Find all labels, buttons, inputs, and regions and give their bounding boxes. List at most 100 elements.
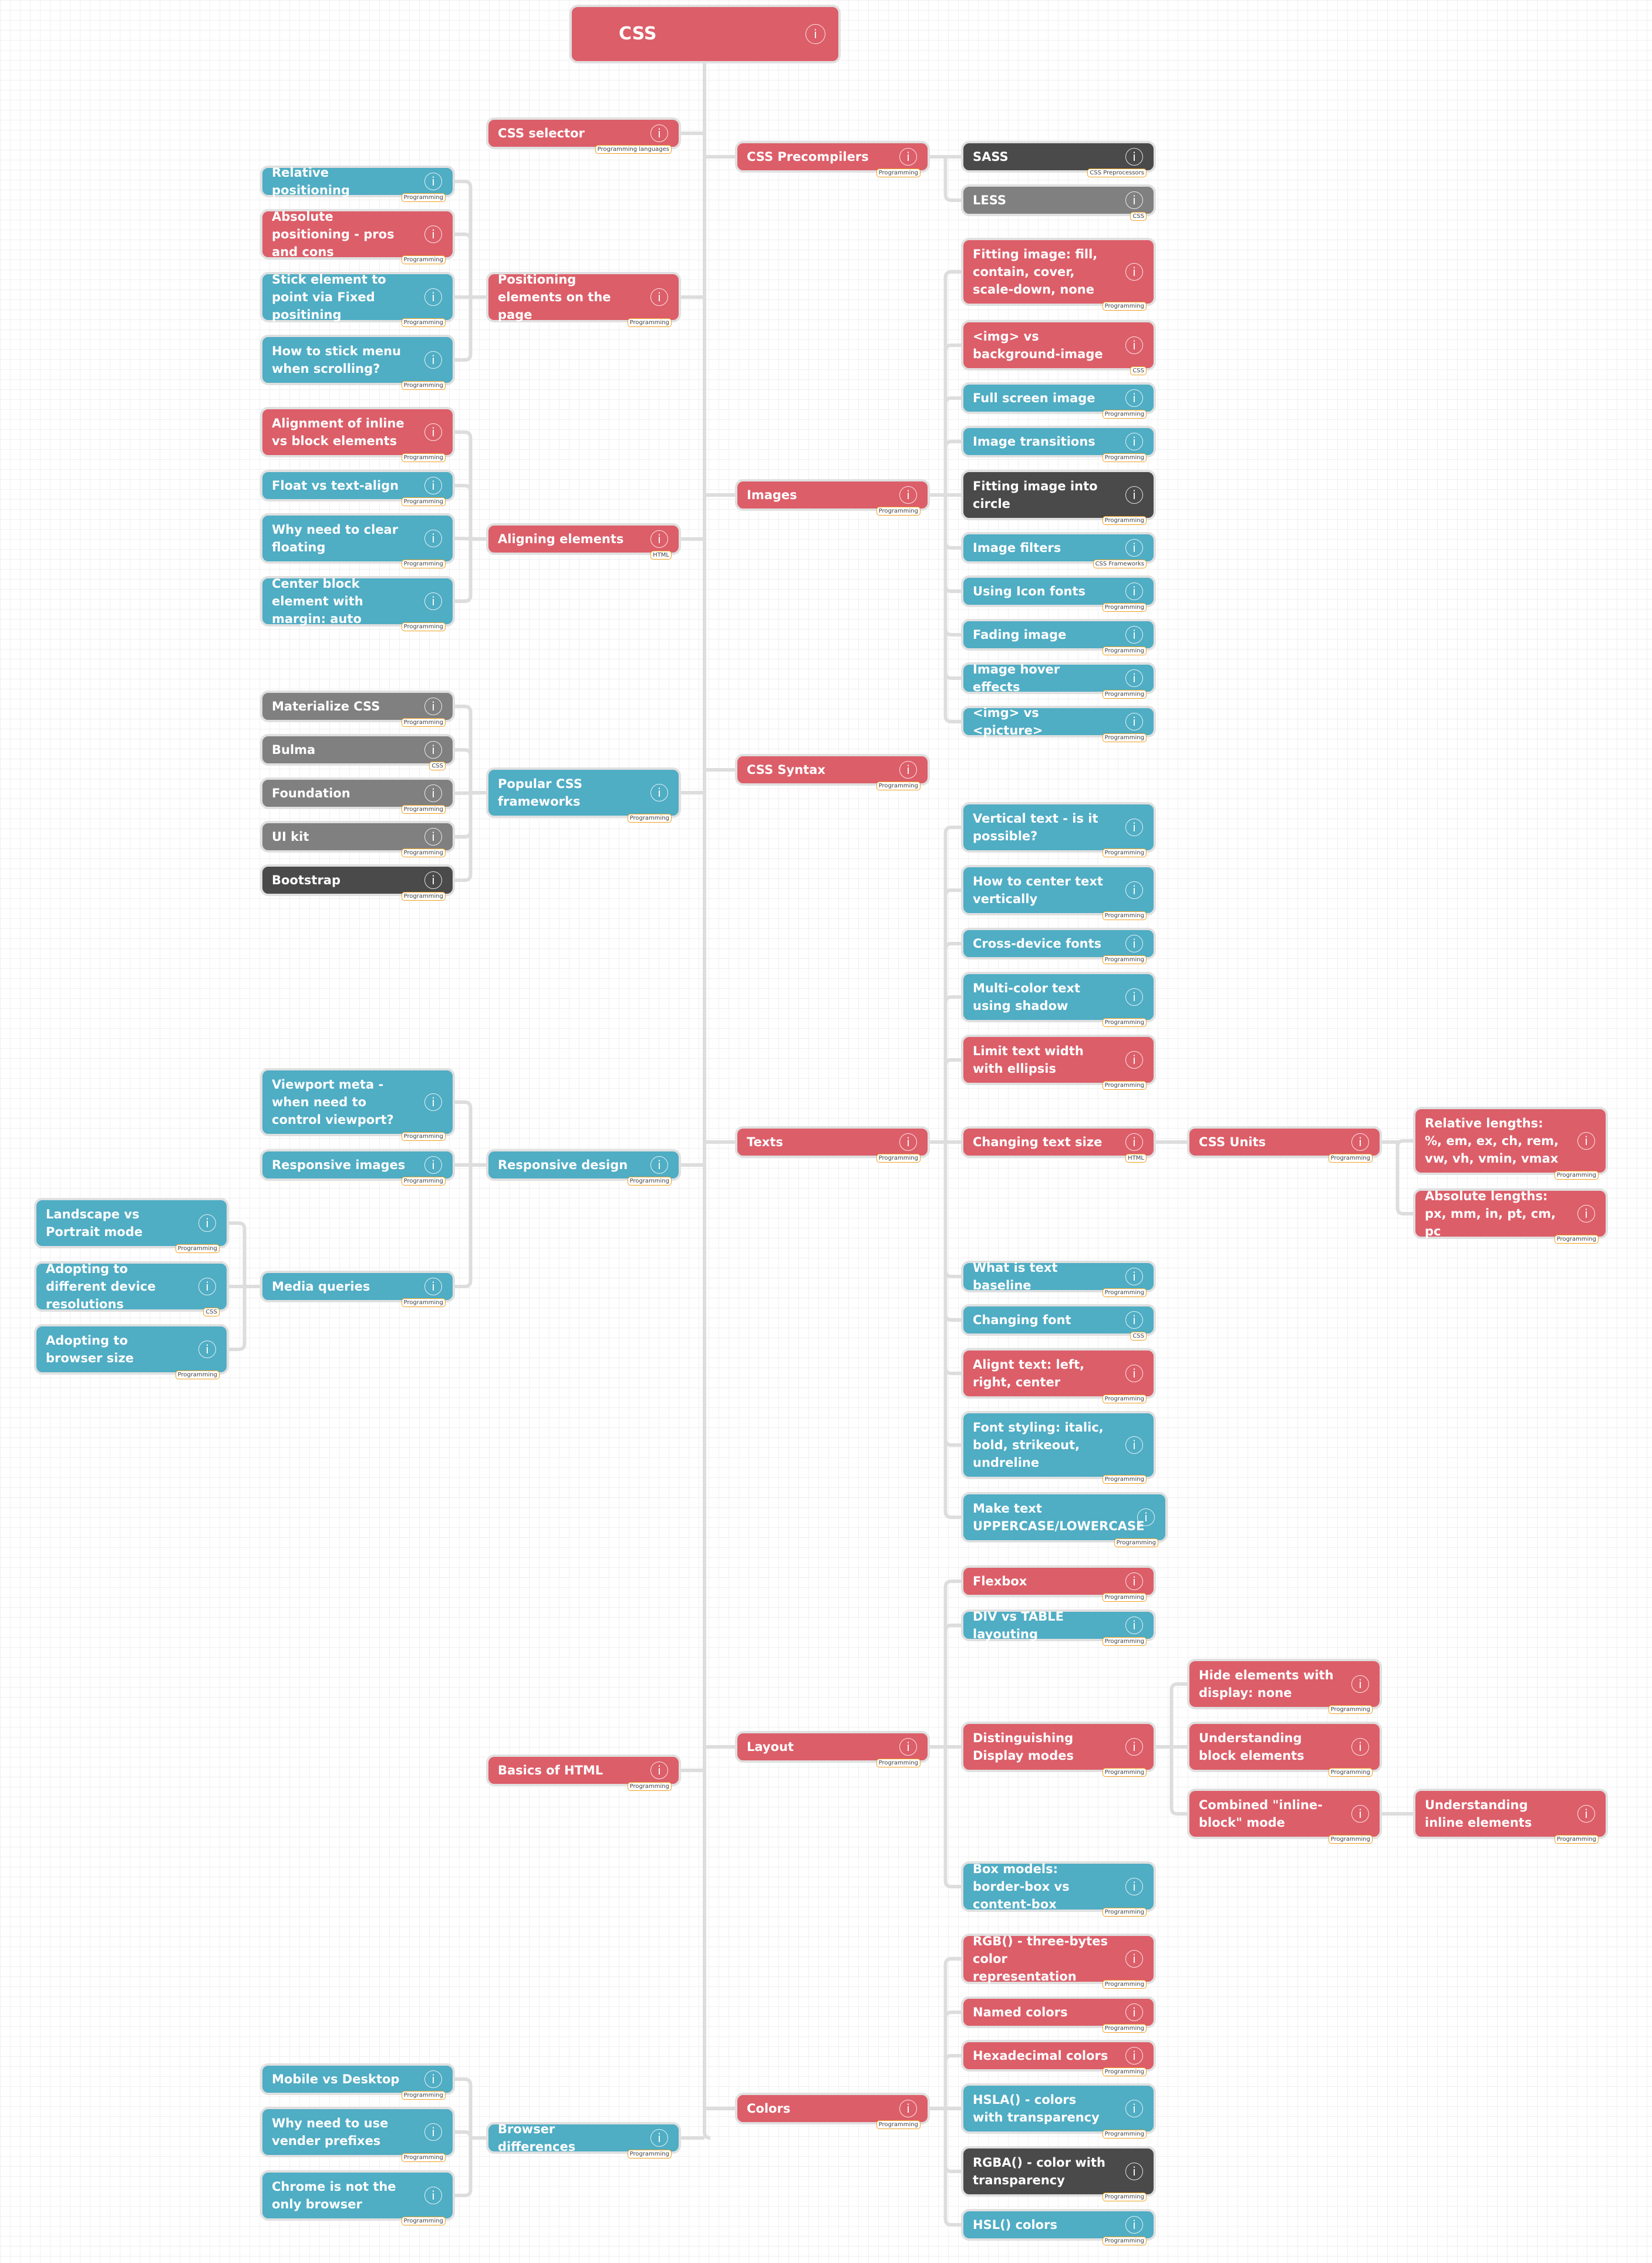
node-rgba[interactable]: RGBA() - color with transparency i Progr…: [961, 2146, 1156, 2201]
info-icon[interactable]: i: [1125, 1311, 1143, 1329]
node-img-vs-bg[interactable]: <img> vs background-image i CSS: [961, 320, 1156, 375]
info-icon[interactable]: i: [424, 2070, 442, 2088]
info-icon[interactable]: i: [650, 2129, 668, 2147]
info-icon[interactable]: i: [1125, 669, 1143, 687]
node-browser-size[interactable]: Adopting to browser size i Programming: [34, 1324, 229, 1379]
info-icon[interactable]: i: [1577, 1805, 1595, 1823]
info-icon[interactable]: i: [424, 477, 442, 494]
node-flexbox[interactable]: Flexbox i Programming: [961, 1565, 1156, 1602]
info-icon[interactable]: i: [1125, 1051, 1143, 1069]
node-landscape-portrait[interactable]: Landscape vs Portrait mode i Programming: [34, 1198, 229, 1253]
info-icon[interactable]: i: [650, 124, 668, 142]
info-icon[interactable]: i: [424, 225, 442, 243]
info-icon[interactable]: i: [1125, 935, 1143, 952]
info-icon[interactable]: i: [650, 784, 668, 802]
info-icon[interactable]: i: [1137, 1508, 1155, 1526]
info-icon[interactable]: i: [424, 592, 442, 610]
info-icon[interactable]: i: [424, 741, 442, 759]
node-multicolor-text[interactable]: Multi-color text using shadow i Programm…: [961, 972, 1156, 1027]
info-icon[interactable]: i: [1125, 626, 1143, 644]
node-mobile-desktop[interactable]: Mobile vs Desktop i Programming: [260, 2063, 455, 2100]
info-icon[interactable]: i: [1577, 1132, 1595, 1150]
node-absolute-lengths[interactable]: Absolute lengths: px, mm, in, pt, cm, pc…: [1413, 1188, 1608, 1244]
node-cross-device-fonts[interactable]: Cross-device fonts i Programming: [961, 928, 1156, 964]
node-viewport-meta[interactable]: Viewport meta - when need to control vie…: [260, 1068, 455, 1141]
node-inline-block[interactable]: Combined "inline-block" mode i Programmi…: [1187, 1789, 1382, 1844]
info-icon[interactable]: i: [1125, 1365, 1143, 1382]
node-images[interactable]: Images i Programming: [735, 479, 930, 516]
node-device-resolutions[interactable]: Adopting to different device resolutions…: [34, 1261, 229, 1316]
node-display-modes[interactable]: Distinguishing Display modes i Programmi…: [961, 1722, 1156, 1777]
node-less[interactable]: LESS i CSS: [961, 184, 1156, 221]
node-text-baseline[interactable]: What is text baseline i Programming: [961, 1261, 1156, 1297]
info-icon[interactable]: i: [424, 784, 442, 802]
info-icon[interactable]: i: [1125, 713, 1143, 730]
node-text-case[interactable]: Make text UPPERCASE/LOWERCASE i Programm…: [961, 1492, 1168, 1547]
info-icon[interactable]: i: [1125, 2047, 1143, 2065]
node-vendor-prefixes[interactable]: Why need to use vender prefixes i Progra…: [260, 2107, 455, 2162]
node-fitting-image[interactable]: Fitting image: fill, contain, cover, sca…: [961, 238, 1156, 311]
info-icon[interactable]: i: [650, 1762, 668, 1779]
node-font-styling[interactable]: Font styling: italic, bold, strikeout, u…: [961, 1411, 1156, 1484]
info-icon[interactable]: i: [424, 1278, 442, 1295]
node-fixed-positioning[interactable]: Stick element to point via Fixed positin…: [260, 272, 455, 327]
info-icon[interactable]: i: [424, 351, 442, 369]
info-icon[interactable]: i: [424, 828, 442, 846]
info-icon[interactable]: i: [1125, 433, 1143, 450]
info-icon[interactable]: i: [1125, 582, 1143, 600]
info-icon[interactable]: i: [1125, 2163, 1143, 2180]
info-icon[interactable]: i: [899, 2100, 917, 2117]
node-positioning[interactable]: Positioning elements on the page i Progr…: [486, 272, 681, 327]
node-hex-colors[interactable]: Hexadecimal colors i Programming: [961, 2040, 1156, 2076]
info-icon[interactable]: i: [650, 530, 668, 548]
info-icon[interactable]: i: [1125, 988, 1143, 1006]
node-div-vs-table[interactable]: DIV vs TABLE layouting i Programming: [961, 1609, 1156, 1646]
node-foundation[interactable]: Foundation i Programming: [260, 777, 455, 814]
info-icon[interactable]: i: [1351, 1133, 1369, 1151]
node-browser-diff[interactable]: Browser differences i Programming: [486, 2122, 681, 2158]
info-icon[interactable]: i: [1125, 486, 1143, 504]
info-icon[interactable]: i: [1125, 1617, 1143, 1634]
info-icon[interactable]: i: [805, 24, 825, 44]
node-changing-font[interactable]: Changing font i CSS: [961, 1304, 1156, 1341]
node-center-block[interactable]: Center block element with margin: auto i…: [260, 576, 455, 631]
info-icon[interactable]: i: [1125, 539, 1143, 557]
info-icon[interactable]: i: [650, 1156, 668, 1174]
node-box-models[interactable]: Box models: border-box vs content-box i …: [961, 1861, 1156, 1917]
info-icon[interactable]: i: [424, 288, 442, 306]
info-icon[interactable]: i: [424, 871, 442, 889]
node-named-colors[interactable]: Named colors i Programming: [961, 1996, 1156, 2033]
info-icon[interactable]: i: [1351, 1675, 1369, 1693]
node-hsla[interactable]: HSLA() - colors with transparency i Prog…: [961, 2083, 1156, 2139]
info-icon[interactable]: i: [1125, 1572, 1143, 1590]
node-relative-positioning[interactable]: Relative positioning i Programming: [260, 166, 455, 202]
info-icon[interactable]: i: [1125, 191, 1143, 209]
info-icon[interactable]: i: [1125, 2003, 1143, 2021]
node-bulma[interactable]: Bulma i CSS: [260, 734, 455, 770]
node-layout[interactable]: Layout i Programming: [735, 1731, 930, 1767]
node-rgb[interactable]: RGB() - three-bytes color representation…: [961, 1934, 1156, 1989]
info-icon[interactable]: i: [424, 530, 442, 547]
node-aligning[interactable]: Aligning elements i HTML: [486, 523, 681, 560]
info-icon[interactable]: i: [424, 173, 442, 190]
info-icon[interactable]: i: [198, 1278, 216, 1295]
node-ellipsis[interactable]: Limit text width with ellipsis i Program…: [961, 1035, 1156, 1090]
info-icon[interactable]: i: [1125, 1268, 1143, 1285]
info-icon[interactable]: i: [424, 1093, 442, 1111]
node-hsl[interactable]: HSL() colors i Programming: [961, 2209, 1156, 2245]
node-css-syntax[interactable]: CSS Syntax i Programming: [735, 754, 930, 790]
node-full-screen-image[interactable]: Full screen image i Programming: [961, 382, 1156, 419]
node-display-none[interactable]: Hide elements with display: none i Progr…: [1187, 1659, 1382, 1714]
info-icon[interactable]: i: [650, 288, 668, 306]
info-icon[interactable]: i: [1125, 1738, 1143, 1756]
info-icon[interactable]: i: [424, 423, 442, 441]
node-absolute-positioning[interactable]: Absolute positioning - pros and cons i P…: [260, 209, 455, 264]
node-inline-elements[interactable]: Understanding inline elements i Programm…: [1413, 1789, 1608, 1844]
node-float-vs-textalign[interactable]: Float vs text-align i Programming: [260, 470, 455, 506]
info-icon[interactable]: i: [899, 761, 917, 779]
info-icon[interactable]: i: [1577, 1205, 1595, 1223]
node-image-circle[interactable]: Fitting image into circle i Programming: [961, 470, 1156, 525]
node-icon-fonts[interactable]: Using Icon fonts i Programming: [961, 575, 1156, 612]
node-ui-kit[interactable]: UI kit i Programming: [260, 821, 455, 857]
node-basics-html[interactable]: Basics of HTML i Programming: [486, 1755, 681, 1791]
